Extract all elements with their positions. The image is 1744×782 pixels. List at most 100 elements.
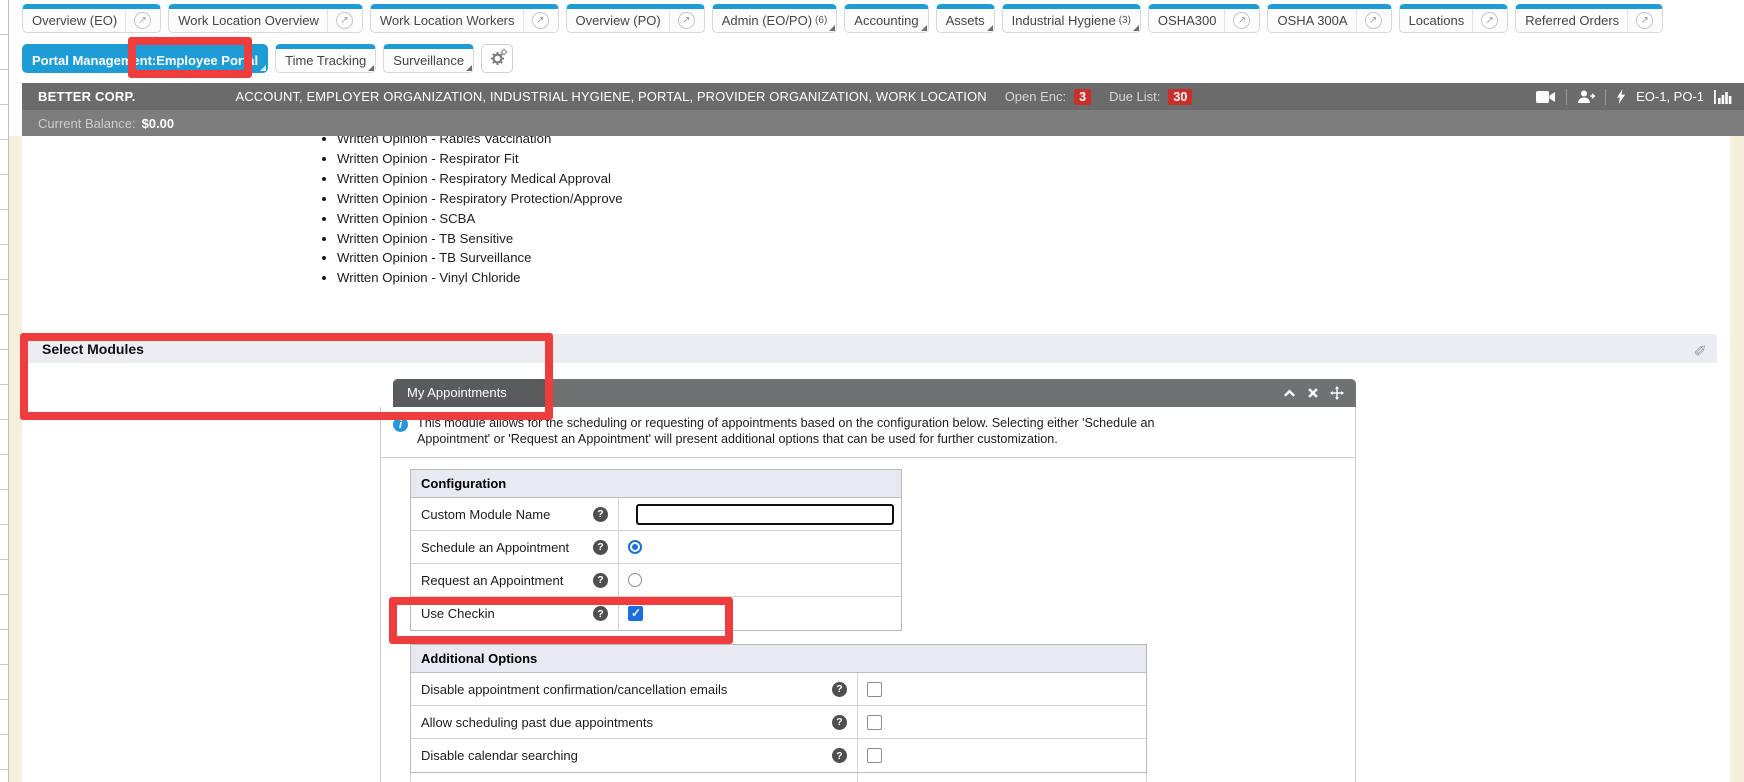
collapse-button[interactable] (1283, 387, 1296, 400)
panel-title-tab[interactable]: My Appointments (393, 379, 553, 407)
help-icon[interactable]: ? (593, 606, 608, 621)
divider (1566, 89, 1567, 105)
context-indicator: EO-1, PO-1 (1636, 89, 1704, 104)
tab[interactable]: Overview (PO) ↗ (566, 4, 705, 33)
checkbox[interactable] (867, 748, 882, 763)
radio-button[interactable] (628, 573, 642, 587)
setting-label: Schedule an Appointment (421, 540, 569, 555)
tab-label: Work Location Overview (178, 13, 319, 28)
help-icon[interactable]: ? (832, 682, 847, 697)
tab-label: Overview (EO) (32, 13, 117, 28)
external-link-icon: ↗ (678, 12, 695, 29)
tab-settings-button[interactable] (481, 44, 513, 73)
additional-options-table: Additional Options Disable appointment c… (410, 644, 1147, 773)
due-list-badge[interactable]: 30 (1168, 89, 1192, 105)
tab[interactable]: Assets (936, 4, 995, 33)
tab-row-primary: Overview (EO) ↗ Work Location Overview ↗… (22, 4, 1663, 33)
tab[interactable]: Time Tracking (275, 44, 376, 73)
table-row: Disable calendar searching ? (411, 739, 1146, 772)
configuration-table: Configuration Custom Module Name ? (410, 469, 902, 631)
table-row: Custom Module Name ? (411, 498, 901, 531)
move-handle[interactable] (1330, 386, 1344, 400)
panel-title: My Appointments (407, 385, 507, 400)
open-in-new-window-button[interactable]: ↗ (1224, 9, 1250, 32)
tab[interactable]: Work Location Workers ↗ (370, 4, 559, 33)
list-item: Written Opinion - TB Sensitive (337, 229, 623, 249)
tab[interactable]: Surveillance (383, 44, 474, 73)
open-enc-badge[interactable]: 3 (1074, 89, 1091, 105)
tab-label: Work Location Workers (380, 13, 515, 28)
tab-label: Assets (946, 13, 985, 28)
checkbox[interactable] (628, 606, 643, 621)
checkbox[interactable] (867, 715, 882, 730)
help-icon[interactable]: ? (832, 715, 847, 730)
tab[interactable]: Portal Management:Employee Portal (22, 44, 268, 73)
tab[interactable]: Overview (EO) ↗ (22, 4, 161, 33)
setting-value-cell (619, 504, 901, 525)
external-link-icon: ↗ (1481, 12, 1498, 29)
tab[interactable]: Industrial Hygiene (3) (1002, 4, 1141, 33)
setting-label: Allow scheduling past due appointments (421, 715, 653, 730)
move-icon (1330, 386, 1344, 400)
due-list-label: Due List: (1109, 89, 1160, 104)
open-in-new-window-button[interactable]: ↗ (1627, 9, 1653, 32)
table-row: Schedule an Appointment ? (411, 531, 901, 564)
balance-label: Current Balance: (38, 116, 136, 131)
tab-label: Locations (1409, 13, 1465, 28)
help-icon[interactable]: ? (593, 573, 608, 588)
checkbox[interactable] (867, 682, 882, 697)
left-margin-strip (9, 136, 22, 782)
panel-header: My Appointments (393, 379, 1356, 407)
edit-icon[interactable]: ✎ (1694, 339, 1707, 359)
my-appointments-panel: My Appointments i This module allows for… (380, 379, 1356, 782)
setting-label: Disable calendar searching (421, 748, 578, 763)
setting-label-cell: Request an Appointment ? (411, 564, 619, 596)
tab[interactable]: Locations ↗ (1399, 4, 1509, 33)
written-opinion-list: Written Opinion - Rabies VaccinationWrit… (318, 129, 623, 288)
close-button[interactable] (1307, 387, 1319, 399)
table-row: Allow scheduling past due appointments ? (411, 706, 1146, 739)
bar-chart-icon[interactable] (1714, 90, 1732, 104)
tab[interactable]: OSHA 300A ↗ (1267, 4, 1391, 33)
tab-label: Portal Management:Employee Portal (32, 53, 258, 68)
setting-label-cell: Disable calendar searching ? (411, 739, 858, 772)
open-in-new-window-button[interactable]: ↗ (669, 9, 695, 32)
open-in-new-window-button[interactable]: ↗ (1472, 9, 1498, 32)
section-title: Select Modules (42, 341, 144, 357)
balance-bar: Current Balance: $0.00 (22, 110, 1744, 136)
tab-count: (6) (815, 15, 827, 26)
tab[interactable]: OSHA300 ↗ (1148, 4, 1261, 33)
video-camera-icon[interactable] (1536, 90, 1556, 104)
help-icon[interactable]: ? (593, 507, 608, 522)
add-person-icon[interactable] (1577, 90, 1595, 104)
setting-value-cell (858, 748, 1146, 763)
tab[interactable]: Admin (EO/PO) (6) (712, 4, 838, 33)
list-item: Written Opinion - SCBA (337, 209, 623, 229)
primary-tabs: Overview (EO) ↗ Work Location Overview ↗… (22, 4, 1663, 33)
balance-value: $0.00 (142, 116, 175, 131)
list-item: Written Opinion - Respiratory Protection… (337, 189, 623, 209)
help-icon[interactable]: ? (832, 748, 847, 763)
open-in-new-window-button[interactable]: ↗ (1356, 9, 1382, 32)
lightning-icon[interactable] (1616, 89, 1626, 104)
help-icon[interactable]: ? (593, 540, 608, 555)
tab-label: Surveillance (393, 53, 464, 68)
open-in-new-window-button[interactable]: ↗ (327, 9, 353, 32)
tab[interactable]: Work Location Overview ↗ (168, 4, 363, 33)
external-link-icon: ↗ (1365, 12, 1382, 29)
setting-value-cell (858, 682, 1146, 697)
open-in-new-window-button[interactable]: ↗ (523, 9, 549, 32)
close-icon (1307, 387, 1319, 399)
secondary-tabs: Portal Management:Employee Portal Time T… (22, 44, 474, 73)
panel-body: i This module allows for the scheduling … (380, 407, 1356, 782)
setting-value-cell (858, 715, 1146, 730)
tab[interactable]: Referred Orders ↗ (1515, 4, 1663, 33)
external-link-icon: ↗ (134, 12, 151, 29)
setting-label: Request an Appointment (421, 573, 563, 588)
radio-button[interactable] (628, 540, 642, 554)
small-gear-icon (500, 48, 508, 56)
tab[interactable]: Accounting (844, 4, 928, 33)
custom-module-name-input[interactable] (636, 504, 894, 525)
external-link-icon: ↗ (1636, 12, 1653, 29)
open-in-new-window-button[interactable]: ↗ (125, 9, 151, 32)
